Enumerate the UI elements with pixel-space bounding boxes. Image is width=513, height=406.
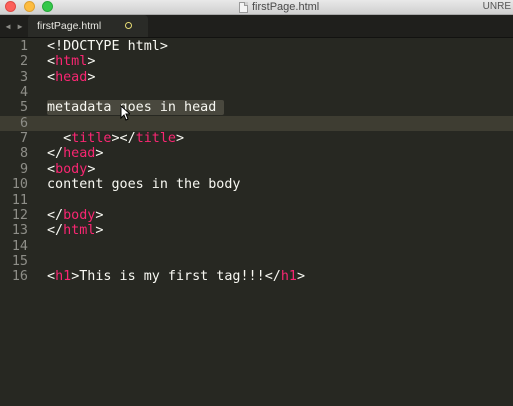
- tab-bar: ◀ ▶ firstPage.html: [0, 15, 513, 38]
- chevron-left-icon[interactable]: ◀: [2, 15, 14, 37]
- code-editor[interactable]: 1 <!DOCTYPE html> 2 <html> 3 <head> 4 5 metadata…: [0, 38, 513, 406]
- code-token: >: [87, 161, 96, 177]
- code-token: <: [47, 161, 56, 177]
- line-number: 6: [19, 115, 28, 131]
- code-token: </: [47, 223, 64, 239]
- code-text: <html>: [47, 54, 95, 69]
- code-token: </: [47, 207, 64, 223]
- tab-firstpage[interactable]: firstPage.html: [28, 15, 148, 37]
- tag-name: title: [71, 131, 112, 147]
- editor-window: firstPage.html UNRE ◀ ▶ firstPage.html 1…: [0, 0, 513, 406]
- code-token: <: [47, 69, 56, 85]
- code-line-8[interactable]: 8 </head>: [0, 146, 513, 161]
- code-token: >: [176, 131, 185, 147]
- code-token: ></: [111, 131, 136, 147]
- line-number: 11: [11, 192, 28, 208]
- code-line-15[interactable]: 15: [0, 254, 513, 269]
- code-line-4[interactable]: 4: [0, 85, 513, 100]
- line-number: 12: [11, 207, 28, 223]
- code-text: <!DOCTYPE html>: [47, 39, 168, 54]
- code-token: <: [47, 269, 56, 285]
- code-token: >: [87, 69, 96, 85]
- line-number: 9: [19, 161, 28, 177]
- chevron-right-icon[interactable]: ▶: [14, 15, 26, 37]
- unsaved-dot-icon[interactable]: [125, 22, 132, 29]
- line-number: 7: [19, 131, 28, 147]
- code-line-5[interactable]: 5 metadata goes in head: [0, 100, 513, 116]
- code-text: metadata goes in head: [47, 100, 225, 116]
- code-line-2[interactable]: 2 <html>: [0, 54, 513, 69]
- tag-name: head: [63, 146, 96, 162]
- minimize-button[interactable]: [24, 1, 35, 12]
- code-line-14[interactable]: 14: [0, 239, 513, 254]
- mouse-pointer-icon: [120, 105, 130, 121]
- code-line-10[interactable]: 10 content goes in the body: [0, 177, 513, 192]
- code-token: content goes in the body: [47, 177, 241, 193]
- code-text: content goes in the body: [47, 177, 240, 192]
- code-text: <title></title>: [47, 131, 184, 146]
- code-line-16[interactable]: 16 <h1>This is my first tag!!!</h1>: [0, 269, 513, 284]
- line-number: 14: [11, 238, 28, 254]
- line-number: 16: [11, 269, 28, 285]
- code-line-9[interactable]: 9 <body>: [0, 162, 513, 177]
- code-line-3[interactable]: 3 <head>: [0, 70, 513, 85]
- code-line-13[interactable]: 13 </html>: [0, 223, 513, 238]
- tag-name: title: [135, 131, 176, 147]
- tag-name: body: [55, 161, 88, 177]
- close-button[interactable]: [5, 1, 16, 12]
- code-token: >: [87, 54, 96, 70]
- tag-name: html: [63, 223, 96, 239]
- window-title-group: firstPage.html: [239, 0, 319, 14]
- document-icon: [239, 1, 248, 13]
- code-token: </: [264, 269, 281, 285]
- tag-name: head: [55, 69, 88, 85]
- code-token: </: [47, 146, 64, 162]
- code-line-12[interactable]: 12 </body>: [0, 208, 513, 223]
- code-text: </body>: [47, 208, 103, 223]
- code-text: <head>: [47, 70, 95, 85]
- code-token: <: [47, 131, 72, 147]
- code-text: </head>: [47, 146, 103, 161]
- tag-name: h1: [280, 269, 297, 285]
- code-text: <h1>This is my first tag!!!</h1>: [47, 269, 305, 284]
- maximize-button[interactable]: [42, 1, 53, 12]
- tag-name: html: [55, 54, 88, 70]
- code-line-7[interactable]: 7 <title></title>: [0, 131, 513, 146]
- code-line-6[interactable]: 6: [0, 115, 513, 132]
- unregistered-label: UNRE: [482, 1, 511, 12]
- tag-name: h1: [55, 269, 72, 285]
- code-token: >: [296, 269, 305, 285]
- code-token: <: [47, 54, 56, 70]
- line-number: 13: [11, 223, 28, 239]
- code-token: This is my first tag!!!: [79, 269, 265, 285]
- line-number: 10: [11, 177, 28, 193]
- tab-label: firstPage.html: [37, 20, 102, 32]
- line-number: 3: [19, 69, 28, 85]
- tag-name: body: [63, 207, 96, 223]
- line-number: 15: [11, 253, 28, 269]
- code-line-11[interactable]: 11: [0, 193, 513, 208]
- code-token: >: [95, 146, 104, 162]
- code-token: <!DOCTYPE html>: [47, 39, 168, 54]
- code-text: </html>: [47, 223, 103, 238]
- line-number: 5: [19, 100, 28, 116]
- code-token: >: [95, 223, 104, 239]
- line-number: 4: [19, 85, 28, 101]
- line-number: 8: [19, 146, 28, 162]
- code-text: <body>: [47, 162, 95, 177]
- code-token: >: [95, 207, 104, 223]
- line-number: 2: [19, 54, 28, 70]
- window-title: firstPage.html: [252, 1, 320, 13]
- code-line-1[interactable]: 1 <!DOCTYPE html>: [0, 39, 513, 54]
- line-number: 1: [19, 39, 28, 54]
- title-bar[interactable]: firstPage.html UNRE: [0, 0, 513, 15]
- code-token: metadata goes in head: [47, 100, 225, 116]
